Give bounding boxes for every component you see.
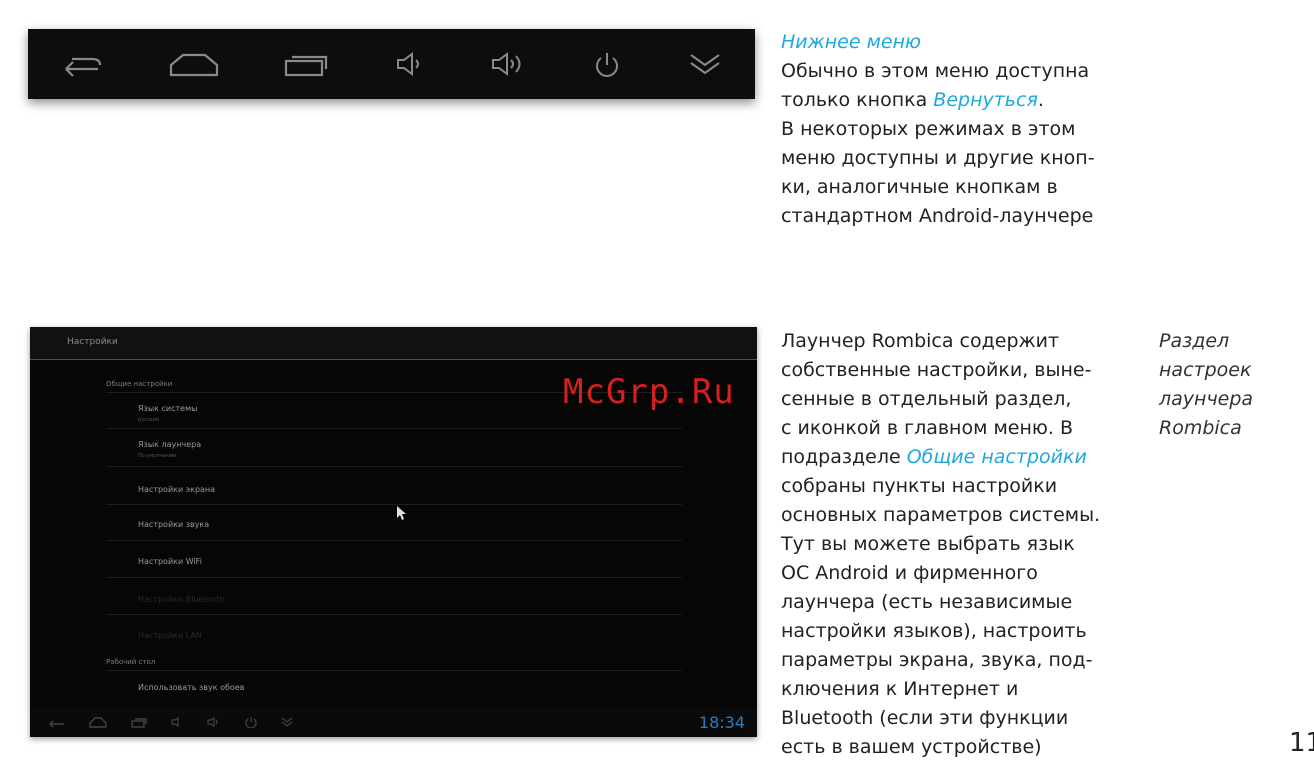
item-lan-settings: Настройки LAN: [138, 631, 202, 640]
mouse-cursor-icon: [397, 506, 406, 520]
section-general: Общие настройки: [106, 380, 173, 388]
divider: [106, 614, 682, 615]
caption-line: стандартном Android-лаунчере: [781, 205, 1094, 227]
settings-title: Настройки: [67, 337, 118, 347]
bottom-menu-caption: Нижнее меню Обычно в этом меню доступна …: [781, 28, 1141, 231]
back-icon: [58, 49, 106, 79]
settings-header: Настройки: [30, 327, 757, 360]
divider: [106, 540, 682, 541]
side-note-line: Rombica: [1159, 417, 1242, 439]
section-desktop: Рабочий стол: [106, 658, 156, 666]
volume-down-icon: [394, 49, 428, 79]
bottom-menu-screenshot: [28, 29, 755, 99]
paragraph-line: собственные настройки, выне-: [781, 359, 1092, 381]
item-wallpaper-sound: Использовать звук обоев: [138, 683, 245, 692]
paragraph-line: есть в вашем устройстве): [781, 736, 1042, 758]
paragraph-line: параметры экрана, звука, под-: [781, 649, 1093, 671]
side-note-line: лаунчера: [1159, 388, 1254, 410]
home-icon: [167, 49, 221, 79]
divider: [106, 466, 682, 467]
item-system-language: Язык системы: [138, 404, 198, 413]
item-bluetooth-settings: Настройки Bluetooth: [138, 595, 225, 604]
settings-description: Лаунчер Rombica содержит собственные нас…: [781, 327, 1141, 762]
paragraph-line: ОС Android и фирменного: [781, 562, 1038, 584]
item-launcher-language: Язык лаунчера: [138, 440, 202, 449]
paragraph-line: Bluetooth (если эти функции: [781, 707, 1069, 729]
recent-apps-icon: [131, 718, 147, 728]
paragraph-line: Лаунчер Rombica содержит: [781, 330, 1060, 352]
home-icon: [89, 717, 107, 728]
side-note: Раздел настроек лаунчера Rombica: [1159, 327, 1289, 443]
caption-line: Обычно в этом меню доступна: [781, 60, 1090, 82]
paragraph-line: Тут вы можете выбрать язык: [781, 533, 1075, 555]
item-sub: русский: [138, 417, 160, 423]
page-number: 11: [1289, 728, 1314, 758]
general-settings-term: Общие настройки: [906, 446, 1087, 468]
settings-bottom-bar: 18:34: [30, 707, 757, 737]
clock: 18:34: [698, 713, 745, 732]
caption-line: только кнопка Вернуться.: [781, 86, 1141, 115]
divider: [106, 428, 682, 429]
collapse-icon: [685, 49, 725, 79]
back-term: Вернуться: [933, 89, 1038, 111]
caption-text: только кнопка: [781, 89, 934, 111]
paragraph-text: подразделе: [781, 446, 907, 468]
volume-up-icon: [489, 49, 529, 79]
paragraph-line: лаунчера (есть независимые: [781, 591, 1073, 613]
recent-apps-icon: [282, 49, 334, 79]
paragraph-line: настройки языков), настроить: [781, 620, 1087, 642]
item-wifi-settings: Настройки WiFi: [138, 557, 202, 566]
collapse-icon: [281, 717, 293, 727]
paragraph-line: подразделе Общие настройки: [781, 443, 1141, 472]
side-note-line: Раздел: [1159, 330, 1230, 352]
volume-down-icon: [171, 716, 179, 728]
caption-title: Нижнее меню: [781, 31, 922, 53]
back-icon: [49, 720, 64, 728]
paragraph-line: с иконкой в главном меню. В: [781, 417, 1074, 439]
item-screen-settings: Настройки экрана: [138, 485, 216, 494]
caption-line: В некоторых режимах в этом: [781, 118, 1076, 140]
caption-line: меню доступны и другие кноп-: [781, 147, 1095, 169]
side-note-line: настроек: [1159, 359, 1252, 381]
paragraph-line: ключения к Интернет и: [781, 678, 1019, 700]
power-icon: [590, 49, 624, 79]
paragraph-line: основных параметров системы.: [781, 504, 1101, 526]
divider: [106, 504, 682, 505]
caption-line: ки, аналогичные кнопкам в: [781, 176, 1058, 198]
divider: [106, 670, 682, 671]
power-icon: [245, 717, 257, 728]
caption-text: .: [1037, 89, 1044, 111]
paragraph-line: сенные в отдельный раздел,: [781, 388, 1072, 410]
watermark: McGrp.Ru: [563, 372, 735, 412]
paragraph-line: собраны пункты настройки: [781, 475, 1058, 497]
volume-up-icon: [207, 716, 218, 728]
divider: [106, 577, 682, 578]
item-sound-settings: Настройки звука: [138, 520, 210, 529]
item-sub: По умолчанию: [138, 453, 177, 459]
